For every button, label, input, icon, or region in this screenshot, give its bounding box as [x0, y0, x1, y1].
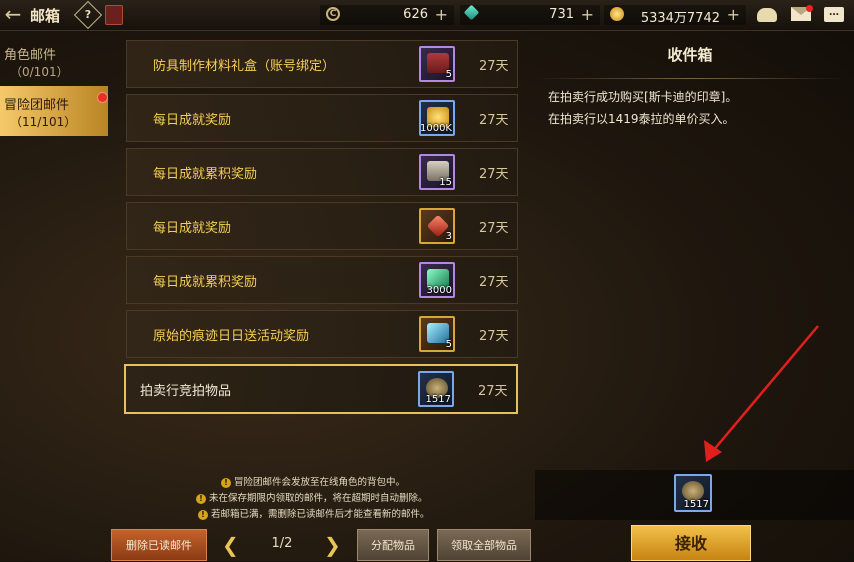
sidebar-item-count: （11/101） — [10, 115, 77, 129]
mail-expiry: 27天 — [478, 384, 508, 399]
receive-all-button[interactable]: 领取全部物品 — [437, 529, 531, 561]
help-label: ? — [84, 8, 92, 21]
detail-line: 在拍卖行成功购买[斯卡迪的印章]。 — [548, 90, 738, 104]
sidebar: 角色邮件 （0/101） 冒险团邮件 （11/101） — [0, 30, 112, 561]
attachment-quantity: 1517 — [683, 499, 709, 510]
distribute-items-button[interactable]: 分配物品 — [357, 529, 429, 561]
green-crystal-icon: 3000 — [419, 262, 455, 298]
mail-book-icon[interactable] — [105, 5, 123, 25]
add-currency-button[interactable]: + — [435, 5, 448, 24]
page-indicator: 1/2 — [271, 536, 293, 551]
add-currency-button[interactable]: + — [581, 5, 594, 24]
detail-line: 在拍卖行以1419泰拉的单价买入。 — [548, 112, 735, 126]
mail-expiry: 27天 — [479, 113, 509, 128]
bag-icon[interactable] — [757, 5, 779, 23]
mail-row[interactable]: 每日成就奖励 3 27天 — [126, 202, 518, 250]
ticket-icon: 15 — [419, 154, 455, 190]
back-arrow-icon[interactable]: ← — [2, 3, 24, 25]
notification-dot — [806, 5, 813, 12]
note-line: ! 未在保存期限内领取的邮件，将在超期时自动删除。 — [190, 490, 490, 506]
currency-value: 5334万7742 — [640, 11, 720, 26]
mail-row[interactable]: 防具制作材料礼盒（账号绑定） 5 27天 — [126, 40, 518, 88]
warning-icon: ! — [221, 477, 231, 488]
item-quantity: 1517 — [425, 394, 451, 405]
help-icon[interactable]: ? — [73, 0, 103, 30]
gift-box-icon: 5 — [419, 46, 455, 82]
mail-row[interactable]: 每日成就奖励 1000K 27天 — [126, 94, 518, 142]
item-quantity: 15 — [439, 177, 452, 188]
mail-title: 防具制作材料礼盒（账号绑定） — [153, 59, 336, 74]
mail-icon[interactable] — [791, 5, 813, 23]
mail-title: 每日成就累积奖励 — [153, 275, 258, 290]
mail-title: 每日成就奖励 — [153, 113, 232, 128]
chevron-left-icon[interactable]: ❮ — [222, 533, 239, 557]
attachment-seal-icon[interactable]: 1517 — [674, 474, 712, 512]
mail-notes: ! 冒险团邮件会发放至在线角色的背包中。 ! 未在保存期限内领取的邮件，将在超期时自… — [190, 474, 490, 522]
warning-icon: ! — [198, 509, 208, 520]
mail-row-selected[interactable]: 拍卖行竞拍物品 1517 27天 — [124, 364, 518, 414]
currency-c-coin: C 626 + — [320, 5, 454, 25]
add-currency-button[interactable]: + — [727, 5, 740, 24]
mail-expiry: 27天 — [479, 275, 509, 290]
warning-icon: ! — [196, 493, 206, 504]
mail-expiry: 27天 — [479, 329, 509, 344]
chat-icon[interactable]: … — [824, 5, 846, 23]
currency-value: 731 — [549, 7, 574, 22]
mail-expiry: 27天 — [479, 221, 509, 236]
mail-title: 拍卖行竞拍物品 — [140, 384, 232, 399]
sidebar-item-label: 角色邮件 — [4, 48, 57, 63]
mail-expiry: 27天 — [479, 59, 509, 74]
seal-icon: 1517 — [418, 371, 454, 407]
mail-title: 每日成就累积奖励 — [153, 167, 258, 182]
item-quantity: 3000 — [426, 285, 452, 296]
sidebar-item-character-mail[interactable]: 角色邮件 （0/101） — [0, 36, 108, 86]
delete-read-button[interactable]: 删除已读邮件 — [111, 529, 207, 561]
mail-row[interactable]: 每日成就累积奖励 15 27天 — [126, 148, 518, 196]
mail-title: 原始的痕迹日日送活动奖励 — [153, 329, 310, 344]
mail-title: 每日成就奖励 — [153, 221, 232, 236]
item-quantity: 5 — [445, 69, 452, 80]
blue-crystal-icon: 5 — [419, 316, 455, 352]
divider — [536, 78, 846, 79]
currency-value: 626 — [403, 7, 428, 22]
page-title: 邮箱 — [30, 7, 61, 25]
mail-expiry: 27天 — [479, 167, 509, 182]
chevron-right-icon[interactable]: ❯ — [324, 533, 341, 557]
note-line: ! 若邮箱已满，需删除已读邮件后才能查看新的邮件。 — [190, 506, 490, 522]
item-quantity: 1000K — [419, 123, 452, 134]
sidebar-item-label: 冒险团邮件 — [4, 98, 70, 113]
item-quantity: 3 — [445, 231, 452, 242]
gold-coin-icon — [610, 7, 624, 21]
currency-gold: 5334万7742 + — [604, 5, 746, 26]
c-coin-icon: C — [326, 7, 340, 21]
top-bar: ← 邮箱 ? C 626 + 731 + 5334万7742 + … — [0, 0, 854, 31]
sidebar-item-adventure-team-mail[interactable]: 冒险团邮件 （11/101） — [0, 86, 108, 136]
receive-button[interactable]: 接收 — [631, 525, 751, 561]
sidebar-item-count: （0/101） — [10, 65, 69, 79]
gold-coins-icon: 1000K — [419, 100, 455, 136]
currency-gem: 731 + — [460, 4, 600, 25]
detail-title: 收件箱 — [667, 46, 713, 64]
mail-row[interactable]: 原始的痕迹日日送活动奖励 5 27天 — [126, 310, 518, 358]
item-quantity: 5 — [445, 339, 452, 350]
mail-row[interactable]: 每日成就累积奖励 3000 27天 — [126, 256, 518, 304]
unread-dot — [97, 92, 108, 103]
gem-icon — [463, 4, 480, 21]
note-line: ! 冒险团邮件会发放至在线角色的背包中。 — [190, 474, 490, 490]
red-crystal-icon: 3 — [419, 208, 455, 244]
